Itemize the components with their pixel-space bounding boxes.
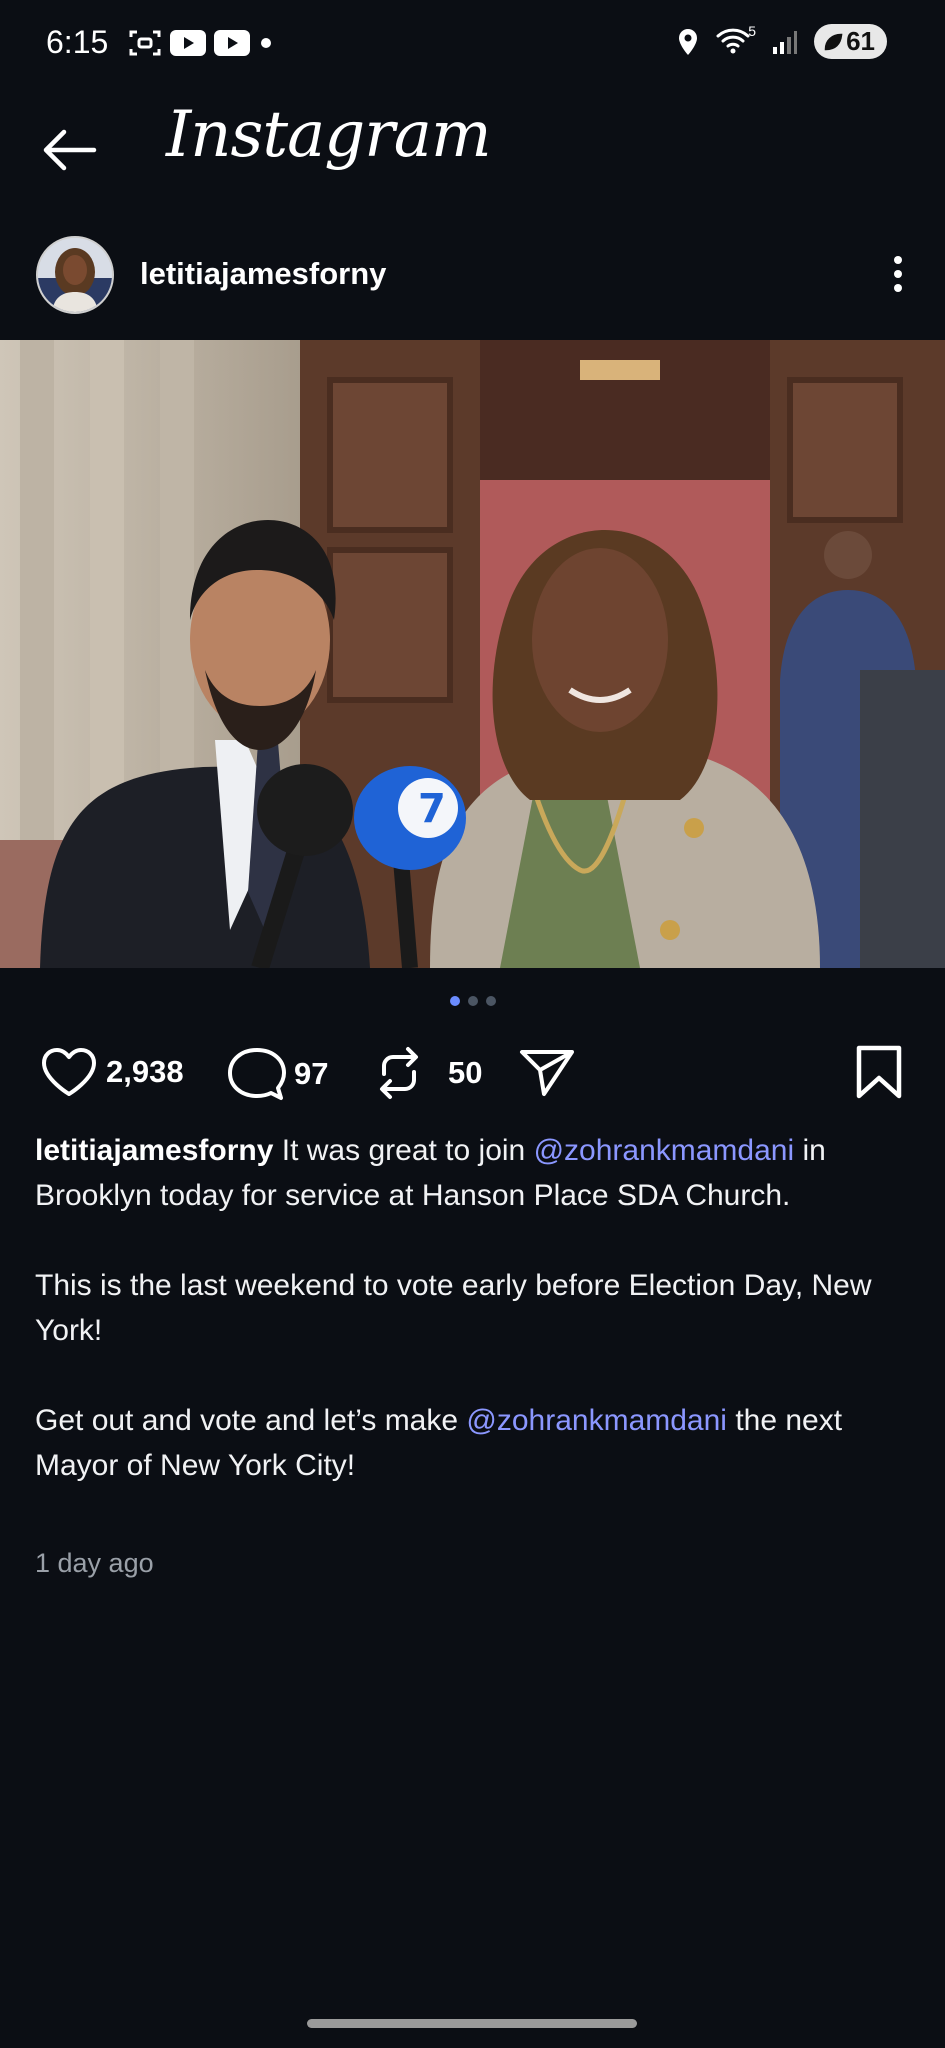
home-indicator[interactable] bbox=[307, 2019, 637, 2028]
heart-icon[interactable] bbox=[40, 1046, 98, 1098]
battery-level: 61 bbox=[846, 26, 875, 56]
notification-dot-icon bbox=[261, 38, 271, 48]
comment-icon[interactable] bbox=[228, 1046, 286, 1102]
comment-action[interactable]: 97 bbox=[228, 1046, 328, 1102]
avatar[interactable] bbox=[36, 236, 114, 314]
caption-mention-1[interactable]: @zohrankmamdani bbox=[534, 1134, 795, 1167]
carousel-dot-2 bbox=[467, 996, 478, 1006]
signal-icon bbox=[773, 30, 798, 54]
carousel-indicator bbox=[0, 996, 945, 1006]
carousel-dot-1 bbox=[449, 996, 460, 1006]
youtube-icon-2 bbox=[214, 30, 250, 56]
repost-action[interactable]: 50 bbox=[372, 1046, 482, 1100]
status-bar: 6:15 5 61 bbox=[0, 0, 945, 90]
post-photo-illustration: 7 bbox=[0, 340, 945, 968]
system-icons: 5 61 bbox=[676, 23, 887, 59]
caption-text-2: This is the last weekend to vote early b… bbox=[35, 1269, 872, 1347]
comment-count: 97 bbox=[294, 1056, 329, 1091]
location-icon bbox=[679, 28, 698, 55]
caption-text-3a: Get out and vote and let’s make bbox=[35, 1404, 459, 1437]
caption-paragraph-1: letitiajamesforny It was great to join @… bbox=[35, 1128, 925, 1218]
repost-count: 50 bbox=[448, 1055, 483, 1090]
post-caption: letitiajamesforny It was great to join @… bbox=[35, 1128, 925, 1533]
caption-text-1a: It was great to join bbox=[281, 1134, 526, 1167]
post-username[interactable]: letitiajamesforny bbox=[140, 256, 386, 292]
send-icon[interactable] bbox=[518, 1046, 576, 1098]
caption-username[interactable]: letitiajamesforny bbox=[35, 1134, 273, 1167]
like-count: 2,938 bbox=[106, 1054, 184, 1089]
battery-indicator: 61 bbox=[814, 24, 887, 59]
caption-mention-2[interactable]: @zohrankmamdani bbox=[466, 1404, 727, 1437]
carousel-dot-3 bbox=[485, 996, 496, 1006]
battery-saver-icon bbox=[824, 33, 843, 50]
screenshot-icon bbox=[129, 30, 161, 56]
wifi-icon: 5 bbox=[716, 23, 756, 57]
caption-paragraph-3: Get out and vote and let’s make @zohrank… bbox=[35, 1398, 925, 1488]
svg-text:7: 7 bbox=[418, 786, 446, 832]
share-action[interactable] bbox=[518, 1046, 576, 1098]
app-bar: Instagram bbox=[0, 90, 945, 220]
caption-paragraph-2: This is the last weekend to vote early b… bbox=[35, 1263, 925, 1353]
youtube-icon bbox=[170, 30, 206, 56]
status-time: 6:15 bbox=[46, 24, 109, 60]
repost-icon[interactable] bbox=[372, 1046, 426, 1100]
post-actions: 2,938 97 50 bbox=[0, 1040, 945, 1110]
post-timestamp: 1 day ago bbox=[35, 1548, 154, 1578]
post-photo[interactable]: 7 bbox=[0, 340, 945, 968]
post-header: letitiajamesforny bbox=[0, 232, 945, 322]
notification-icons bbox=[128, 28, 274, 58]
wifi-badge: 5 bbox=[748, 22, 757, 39]
back-arrow-icon[interactable] bbox=[38, 120, 98, 180]
bookmark-icon[interactable] bbox=[855, 1044, 903, 1100]
more-options-icon[interactable] bbox=[883, 252, 913, 296]
like-action[interactable]: 2,938 bbox=[40, 1046, 184, 1098]
app-logo: Instagram bbox=[166, 98, 492, 172]
